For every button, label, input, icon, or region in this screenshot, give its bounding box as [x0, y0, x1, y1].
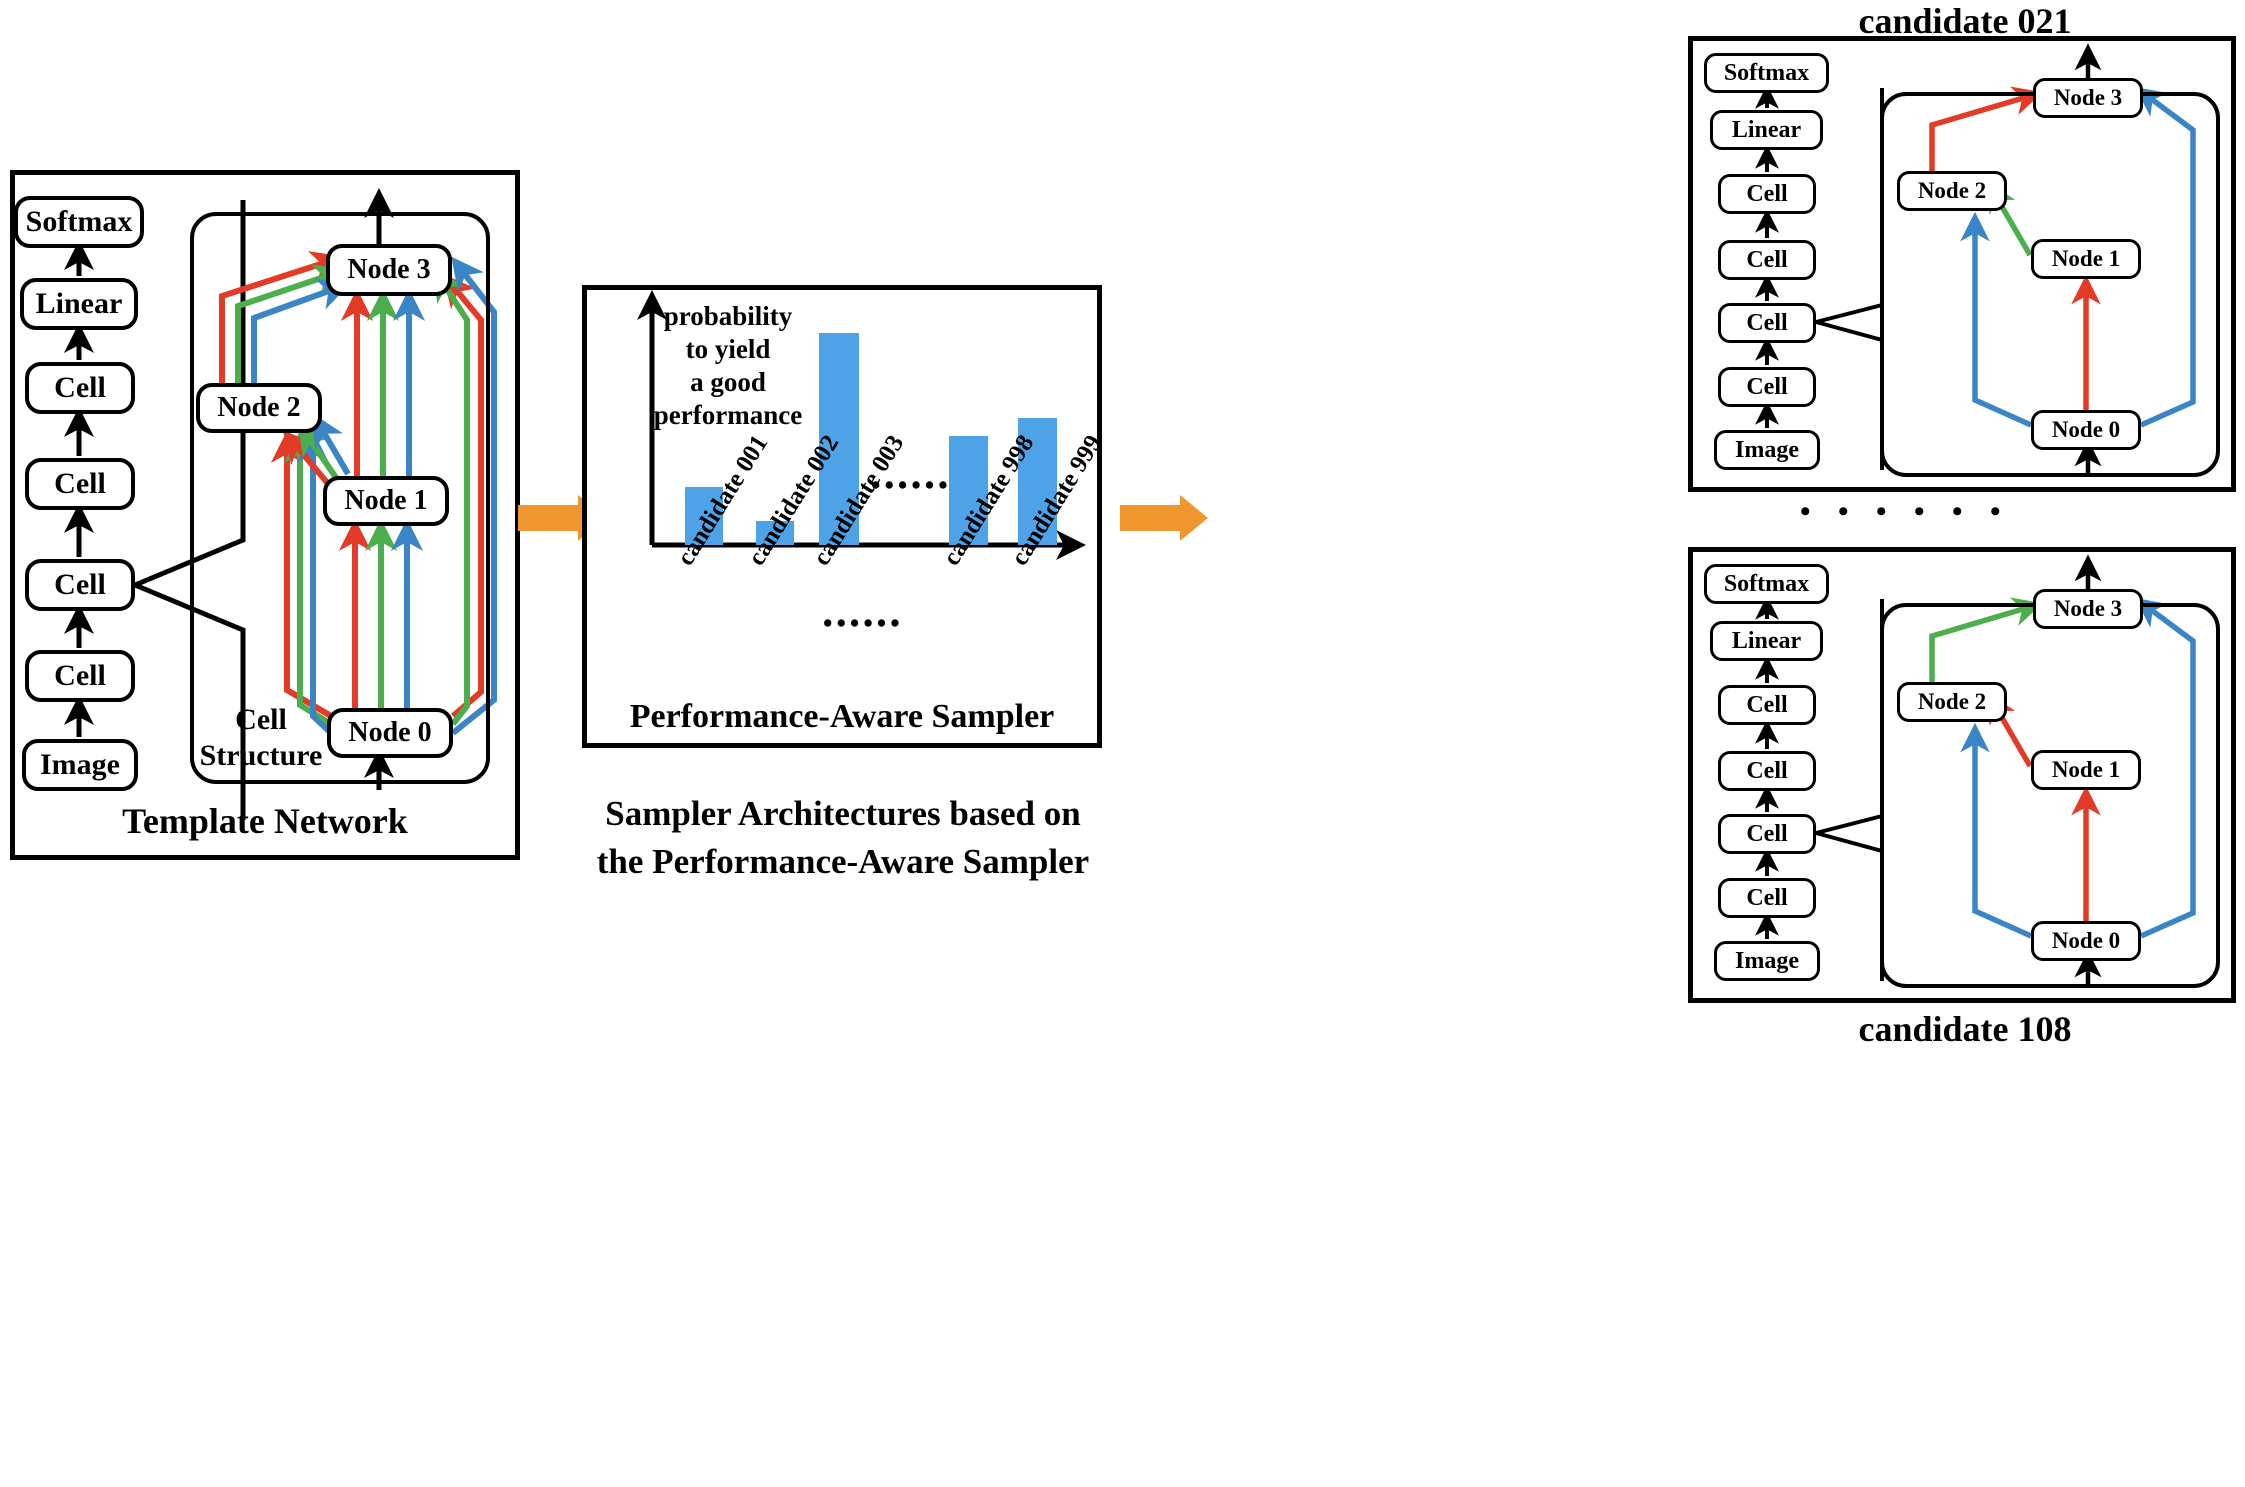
template-block-label: Cell [54, 568, 106, 601]
node-label: Node 3 [2053, 85, 2123, 110]
node-label: Node 1 [2051, 246, 2121, 271]
block-label: Cell [1746, 884, 1788, 911]
block-label: Softmax [1723, 59, 1810, 86]
block-label: Cell [1746, 180, 1788, 207]
template-block-label: Cell [54, 371, 106, 404]
node-label: Node 1 [2051, 757, 2121, 782]
template-block-cell-3: Cell [25, 458, 135, 510]
block-label: Cell [1746, 757, 1788, 784]
template-block-linear: Linear [20, 278, 138, 330]
block-label: Image [1735, 436, 1799, 463]
block-label: Cell [1746, 246, 1788, 273]
block-label: Image [1735, 947, 1799, 974]
c108-block-cell-2: Cell [1718, 814, 1816, 854]
candidate-108-title: candidate 108 [1858, 1009, 2072, 1049]
node-label: Node 2 [1917, 178, 1987, 203]
template-block-label: Cell [54, 467, 106, 500]
template-block-softmax: Softmax [14, 196, 144, 248]
block-label: Softmax [1723, 570, 1810, 597]
c108-block-softmax: Softmax [1704, 564, 1829, 604]
block-label: Linear [1731, 116, 1802, 143]
template-block-label: Cell [54, 659, 106, 692]
c021-block-linear: Linear [1710, 110, 1823, 150]
template-node-2: Node 2 [196, 383, 322, 433]
c021-block-cell-1: Cell [1718, 367, 1816, 407]
c021-block-cell-2: Cell [1718, 303, 1816, 343]
c108-block-cell-3: Cell [1718, 751, 1816, 791]
template-block-cell-1: Cell [25, 650, 135, 702]
c108-block-image: Image [1714, 941, 1820, 981]
template-block-label: Linear [35, 287, 123, 320]
template-block-label: Image [40, 748, 120, 781]
node-label: Node 3 [2053, 596, 2123, 621]
block-label: Cell [1746, 820, 1788, 847]
c021-block-softmax: Softmax [1704, 53, 1829, 93]
c021-block-cell-4: Cell [1718, 174, 1816, 214]
c108-node-0: Node 0 [2031, 921, 2141, 961]
template-node-3: Node 3 [326, 244, 452, 296]
node-label: Node 2 [1917, 689, 1987, 714]
c021-node-3: Node 3 [2033, 78, 2143, 118]
node-label: Node 3 [347, 254, 431, 285]
template-node-1: Node 1 [323, 476, 449, 526]
c021-node-0: Node 0 [2031, 410, 2141, 450]
node-label: Node 0 [2051, 417, 2121, 442]
c108-block-cell-4: Cell [1718, 685, 1816, 725]
template-block-label: Softmax [25, 205, 133, 238]
node-label: Node 1 [344, 485, 428, 516]
block-label: Cell [1746, 309, 1788, 336]
node-label: Node 0 [2051, 928, 2121, 953]
template-block-cell-2: Cell [25, 559, 135, 611]
c021-block-cell-3: Cell [1718, 240, 1816, 280]
c108-node-3: Node 3 [2033, 589, 2143, 629]
template-node-0: Node 0 [327, 708, 453, 758]
c108-node-2: Node 2 [1897, 682, 2007, 722]
block-label: Linear [1731, 627, 1802, 654]
template-block-cell-4: Cell [25, 362, 135, 414]
block-label: Cell [1746, 373, 1788, 400]
c021-node-1: Node 1 [2031, 239, 2141, 279]
node-label: Node 2 [217, 392, 301, 423]
c108-node-1: Node 1 [2031, 750, 2141, 790]
c021-node-2: Node 2 [1897, 171, 2007, 211]
block-label: Cell [1746, 691, 1788, 718]
c108-block-linear: Linear [1710, 621, 1823, 661]
c108-block-cell-1: Cell [1718, 878, 1816, 918]
node-label: Node 0 [348, 717, 432, 748]
c021-block-image: Image [1714, 430, 1820, 470]
template-block-image: Image [22, 739, 138, 791]
